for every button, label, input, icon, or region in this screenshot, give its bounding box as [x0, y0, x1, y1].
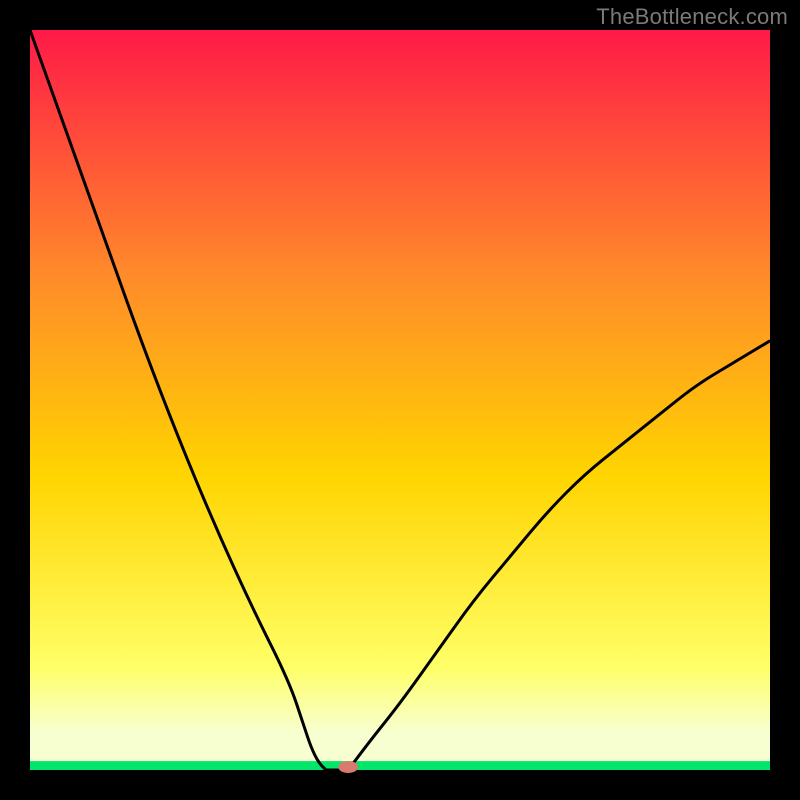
- bottleneck-chart: [0, 0, 800, 800]
- plot-background: [30, 30, 770, 770]
- chart-frame: TheBottleneck.com: [0, 0, 800, 800]
- baseline-strip: [30, 761, 770, 770]
- watermark-text: TheBottleneck.com: [596, 4, 788, 30]
- minimum-marker: [338, 761, 358, 773]
